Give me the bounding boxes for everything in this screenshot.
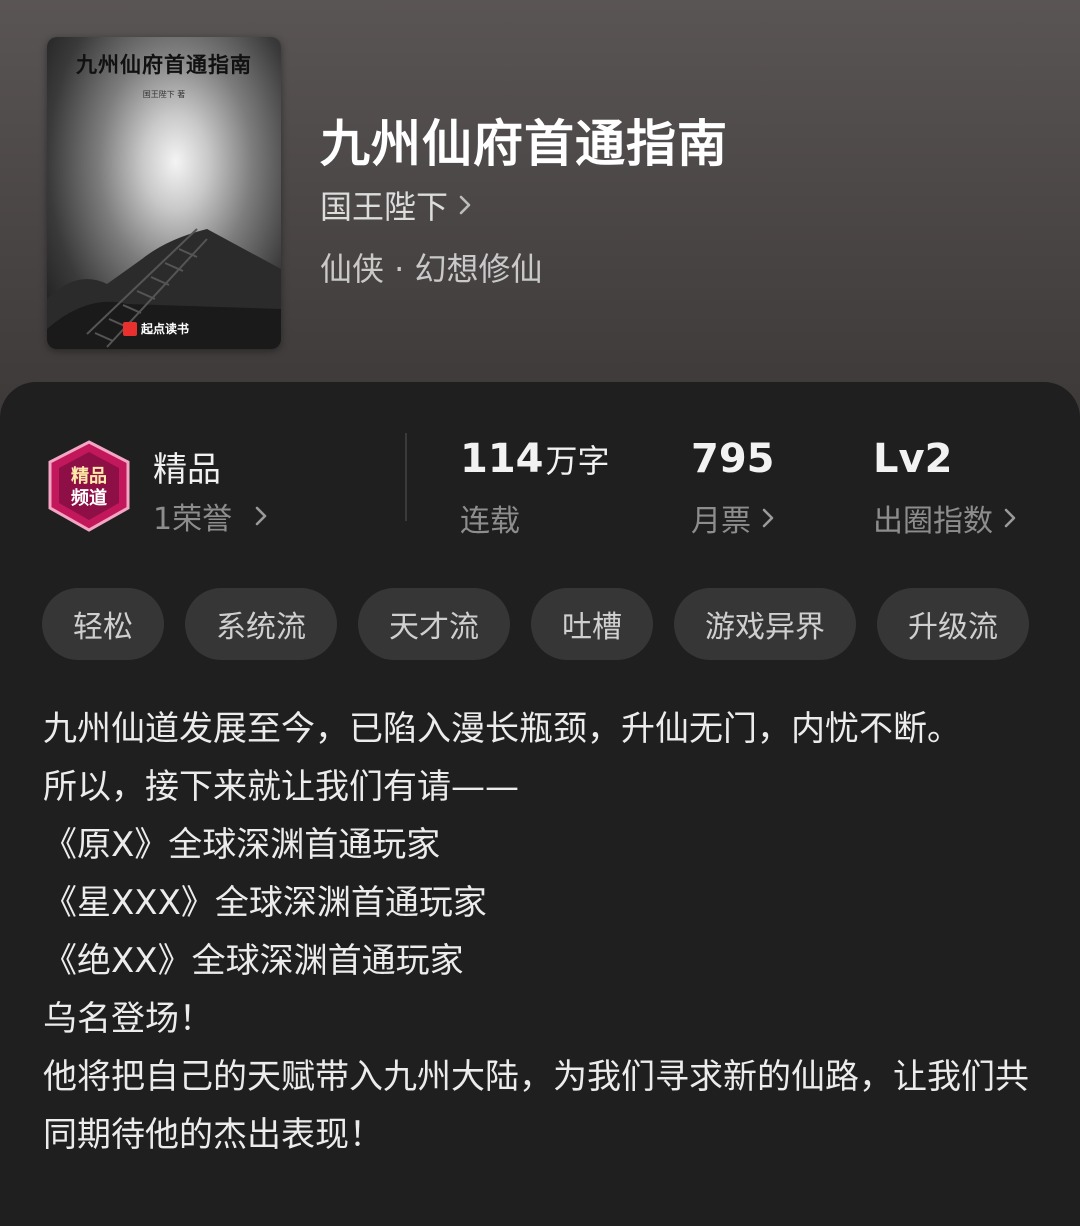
popularity-index-label: 出圈指数 — [873, 504, 993, 539]
monthly-ticket-value: 795 — [691, 436, 775, 482]
chevron-right-icon — [459, 195, 471, 215]
synopsis-line: 《原X》全球深渊首通玩家 — [43, 825, 441, 865]
stats-divider — [405, 433, 407, 521]
monthly-ticket-label: 月票 — [691, 504, 751, 539]
synopsis-line: 《星XXX》全球深渊首通玩家 — [43, 883, 487, 923]
author-name: 国王陛下 — [320, 188, 449, 226]
word-count-stat: 114万字 连载 — [460, 436, 610, 540]
premium-channel-badge-icon[interactable]: 精品 频道 — [44, 440, 134, 532]
honor-link[interactable]: 1荣誉 — [153, 494, 268, 538]
word-count-value: 114万字 — [460, 436, 610, 482]
popularity-index-stat[interactable]: Lv2 出圈指数 — [873, 436, 1017, 540]
honor-count: 1荣誉 — [153, 502, 233, 537]
synopsis-line: 九州仙道发展至今，已陷入漫长瓶颈，升仙无门，内忧不断。 — [43, 709, 961, 749]
monthly-ticket-link[interactable]: 月票 — [691, 496, 775, 540]
tag-chip[interactable]: 吐槽 — [531, 588, 653, 660]
word-count-unit: 万字 — [545, 442, 610, 480]
svg-text:频道: 频道 — [71, 487, 107, 509]
synopsis-line: 乌名登场！ — [43, 999, 213, 1039]
cover-title: 九州仙府首通指南 — [76, 52, 252, 77]
svg-text:精品: 精品 — [71, 465, 107, 487]
synopsis-line: 《绝XX》全球深渊首通玩家 — [43, 941, 464, 981]
cover-author: 国王陛下 著 — [142, 90, 186, 99]
chevron-right-icon — [1004, 508, 1016, 528]
popularity-index-value: Lv2 — [873, 436, 953, 482]
tag-chip[interactable]: 系统流 — [185, 588, 337, 660]
tag-chip[interactable]: 天才流 — [358, 588, 510, 660]
tag-chip[interactable]: 游戏异界 — [674, 588, 856, 660]
popularity-index-link[interactable]: 出圈指数 — [873, 496, 1017, 540]
genre-label: 仙侠 · 幻想修仙 — [320, 250, 543, 288]
tag-list: 轻松 系统流 天才流 吐槽 游戏异界 升级流 — [42, 588, 1029, 660]
chevron-right-icon — [762, 508, 774, 528]
tag-chip[interactable]: 轻松 — [42, 588, 164, 660]
synopsis-line: 所以，接下来就让我们有请—— — [43, 767, 519, 807]
tag-chip[interactable]: 升级流 — [877, 588, 1029, 660]
book-title: 九州仙府首通指南 — [320, 114, 728, 173]
monthly-ticket-stat[interactable]: 795 月票 — [691, 436, 775, 540]
author-link[interactable]: 国王陛下 — [320, 182, 472, 228]
book-cover[interactable]: 九州仙府首通指南 国王陛下 著 起点读书 — [47, 37, 281, 349]
synopsis-line: 他将把自己的天赋带入九州大陆，为我们寻求新的仙路，让我们共同期待他的杰出表现！ — [43, 1057, 1029, 1155]
synopsis[interactable]: 九州仙道发展至今，已陷入漫长瓶颈，升仙无门，内忧不断。 所以，接下来就让我们有请… — [43, 700, 1038, 1164]
cover-brand: 起点读书 — [123, 320, 189, 337]
serial-status-label: 连载 — [460, 504, 520, 539]
badge-title: 精品 — [153, 450, 221, 490]
cover-brand-label: 起点读书 — [141, 322, 190, 336]
chevron-right-icon — [255, 506, 267, 526]
qidian-logo-icon — [123, 321, 137, 336]
